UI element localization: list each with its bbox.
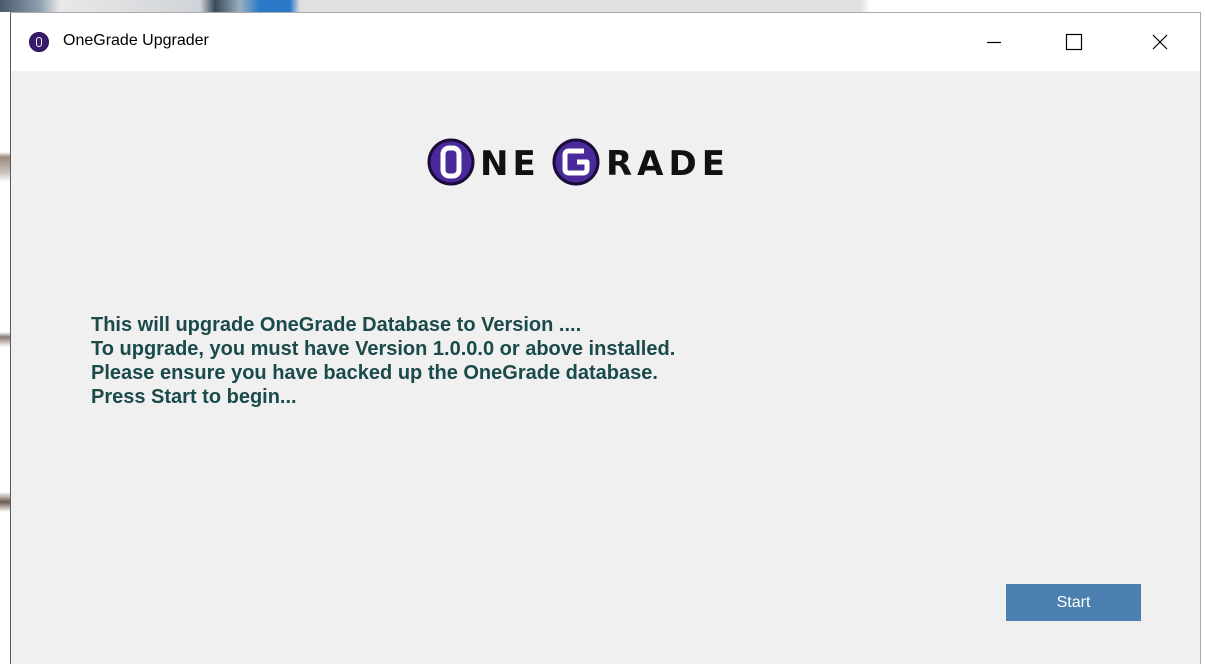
- message-line: To upgrade, you must have Version 1.0.0.…: [91, 338, 676, 360]
- onegrade-app-icon: [29, 32, 49, 52]
- maximize-button[interactable]: [1051, 13, 1097, 71]
- message-line: Press Start to begin...: [91, 386, 297, 408]
- svg-text:RADE: RADE: [606, 144, 730, 184]
- message-line: This will upgrade OneGrade Database to V…: [91, 314, 582, 336]
- start-button[interactable]: Start: [1006, 584, 1141, 621]
- background-taskbar-strip: [0, 0, 1205, 12]
- onegrade-logo: NE RADE: [427, 138, 730, 186]
- close-icon: [1152, 34, 1168, 50]
- window-title: OneGrade Upgrader: [63, 32, 209, 49]
- maximize-icon: [1065, 33, 1083, 51]
- message-line: Please ensure you have backed up the One…: [91, 362, 658, 384]
- svg-text:NE: NE: [480, 144, 540, 184]
- upgrader-window: OneGrade Upgrader NE RADE This will upgr…: [10, 12, 1201, 664]
- minimize-icon: [987, 41, 1001, 44]
- minimize-button[interactable]: [971, 13, 1017, 71]
- upgrade-message: This will upgrade OneGrade Database to V…: [91, 313, 675, 409]
- close-button[interactable]: [1137, 13, 1183, 71]
- background-desktop-edge: [0, 12, 10, 664]
- title-bar[interactable]: OneGrade Upgrader: [11, 13, 1200, 71]
